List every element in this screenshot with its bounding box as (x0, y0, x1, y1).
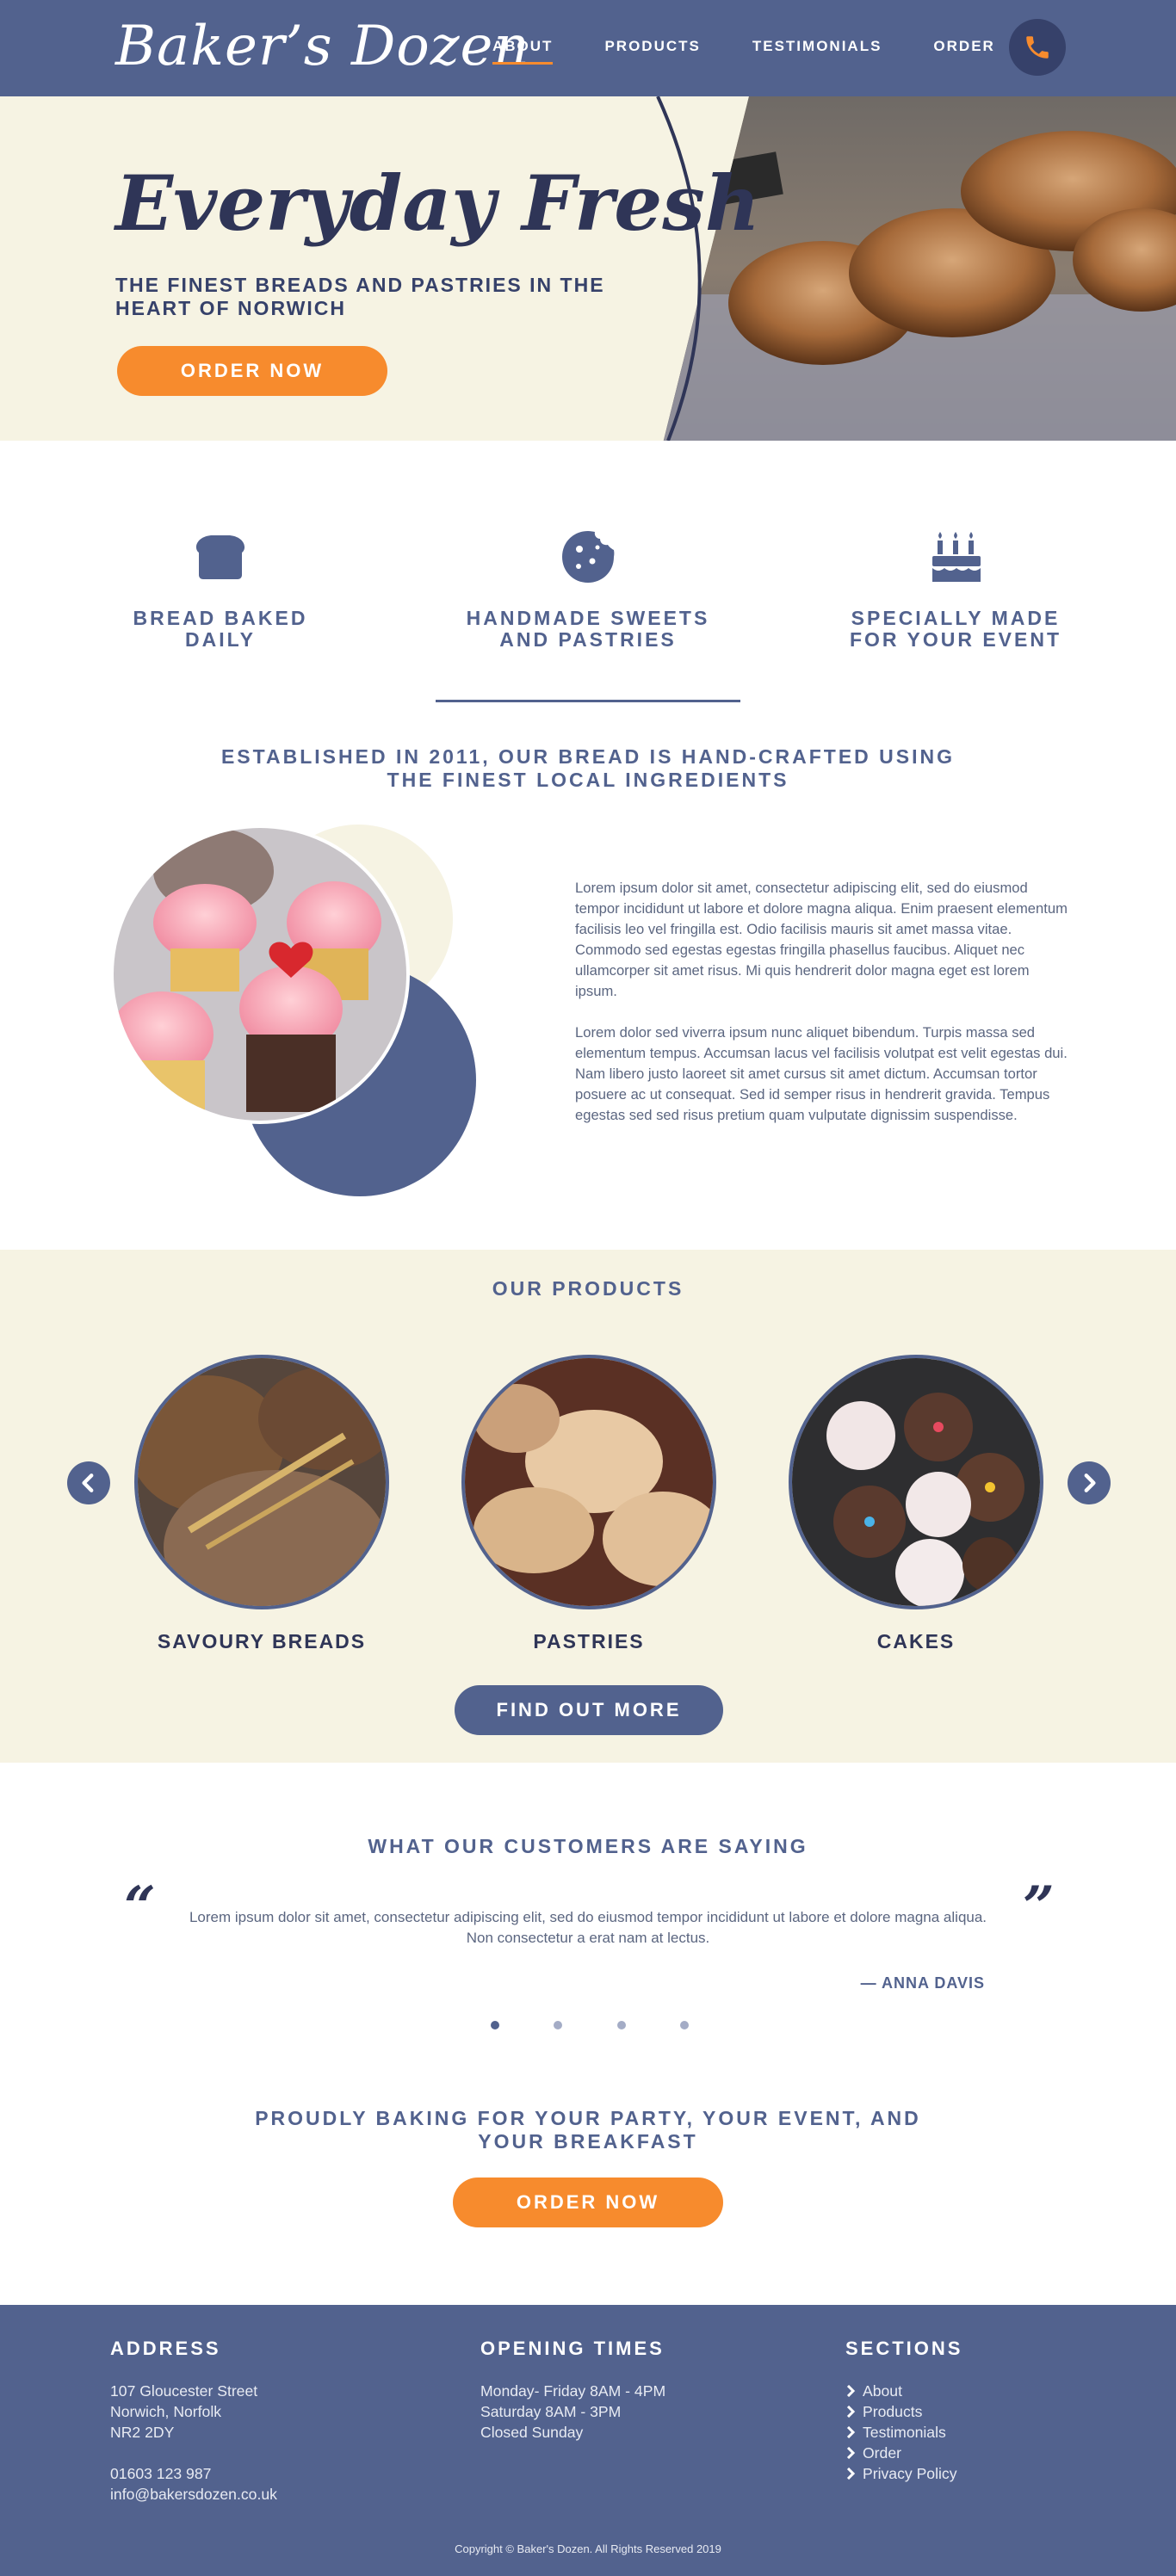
chevron-left-icon (82, 1473, 94, 1492)
nav-link-testimonials[interactable]: TESTIMONIALS (752, 34, 882, 65)
feature-label: SPECIALLY MADE FOR YOUR EVENT (849, 607, 1062, 651)
footer-phone[interactable]: 01603 123 987 (110, 2463, 277, 2484)
product-card-cakes[interactable]: CAKES (787, 1355, 1045, 1653)
feature-event: SPECIALLY MADE FOR YOUR EVENT (809, 527, 1102, 651)
find-out-more-button[interactable]: FIND OUT MORE (455, 1685, 723, 1735)
phone-button[interactable] (1009, 19, 1066, 76)
about-paragraph: Lorem dolor sed viverra ipsum nunc aliqu… (575, 1024, 1068, 1123)
close-quote-icon: ” (1023, 1875, 1055, 1939)
footer: ADDRESS 107 Gloucester Street Norwich, N… (0, 2305, 1176, 2576)
hours-line: Closed Sunday (480, 2424, 584, 2441)
address-line: NR2 2DY (110, 2424, 175, 2441)
feature-label: HANDMADE SWEETS AND PASTRIES (466, 607, 710, 651)
pagination-dot[interactable] (679, 2021, 689, 2029)
footer-link-order[interactable]: Order (845, 2443, 962, 2463)
footer-address: ADDRESS 107 Gloucester Street Norwich, N… (110, 2338, 277, 2505)
footer-link-privacy-policy[interactable]: Privacy Policy (845, 2463, 962, 2484)
pastries-photo (461, 1355, 716, 1609)
product-card-savoury-breads[interactable]: SAVOURY BREADS (133, 1355, 391, 1653)
hero-section: Everyday Fresh THE FINEST BREADS AND PAS… (0, 96, 1176, 441)
product-label: PASTRIES (533, 1630, 645, 1652)
hero-subtitle: THE FINEST BREADS AND PASTRIES IN THE HE… (115, 274, 605, 319)
testimonial-pagination (491, 2021, 689, 2029)
chevron-right-icon (1084, 1473, 1096, 1492)
feature-label: BREAD BAKED DAILY (133, 607, 308, 651)
feature-sweets: HANDMADE SWEETS AND PASTRIES (442, 527, 734, 651)
product-card-pastries[interactable]: PASTRIES (460, 1355, 718, 1653)
footer-opening-times: OPENING TIMES Monday- Friday 8AM - 4PM S… (480, 2338, 665, 2443)
footer-link-products[interactable]: Products (845, 2401, 962, 2422)
nav-links: ABOUT PRODUCTS TESTIMONIALS ORDER (492, 34, 1047, 65)
footer-heading: ADDRESS (110, 2338, 221, 2359)
testimonials-title: WHAT OUR CUSTOMERS ARE SAYING (368, 1835, 808, 1857)
cta-order-now-button[interactable]: ORDER NOW (453, 2178, 723, 2227)
testimonial-author: — ANNA DAVIS (860, 1974, 985, 1992)
bread-icon (195, 535, 245, 579)
footer-heading: SECTIONS (845, 2338, 963, 2359)
cookie-icon (562, 531, 615, 583)
copyright-text: Copyright © Baker's Dozen. All Rights Re… (455, 2542, 721, 2555)
footer-link-label: Products (863, 2403, 923, 2420)
nav-link-about[interactable]: ABOUT (492, 34, 554, 65)
hero-title: Everyday Fresh (115, 158, 760, 248)
carousel-next-button[interactable] (1068, 1461, 1111, 1504)
cake-icon (932, 532, 981, 582)
about-body-text: Lorem ipsum dolor sit amet, consectetur … (575, 878, 1068, 1146)
footer-email[interactable]: info@bakersdozen.co.uk (110, 2484, 277, 2505)
products-title: OUR PRODUCTS (492, 1277, 684, 1300)
about-section: BREAD BAKED DAILY HANDMADE SWEETS AND PA… (0, 441, 1176, 1250)
nav-link-order[interactable]: ORDER (933, 34, 994, 65)
cta-heading: PROUDLY BAKING FOR YOUR PARTY, YOUR EVEN… (255, 2107, 921, 2153)
testimonial-text: Lorem ipsum dolor sit amet, consectetur … (189, 1909, 987, 1946)
phone-icon (1026, 36, 1049, 59)
footer-link-label: Testimonials (863, 2424, 946, 2441)
about-paragraph: Lorem ipsum dolor sit amet, consectetur … (575, 880, 1068, 999)
pagination-dot[interactable] (491, 2021, 499, 2029)
footer-link-label: Order (863, 2444, 901, 2462)
product-label: CAKES (876, 1630, 956, 1652)
open-quote-icon: “ (124, 1875, 156, 1939)
feature-bread: BREAD BAKED DAILY (74, 527, 367, 651)
chevron-right-icon (846, 2406, 856, 2418)
hours-line: Saturday 8AM - 3PM (480, 2403, 622, 2420)
footer-link-about[interactable]: About (845, 2381, 962, 2401)
carousel-prev-button[interactable] (67, 1461, 110, 1504)
pagination-dot[interactable] (616, 2021, 626, 2029)
hours-line: Monday- Friday 8AM - 4PM (480, 2382, 666, 2400)
established-heading: ESTABLISHED IN 2011, OUR BREAD IS HAND-C… (220, 745, 956, 791)
site-logo[interactable]: Baker’s Dozen (115, 15, 530, 77)
nav-link-products[interactable]: PRODUCTS (604, 34, 700, 65)
hero-order-now-button[interactable]: ORDER NOW (117, 346, 387, 396)
chevron-right-icon (846, 2468, 856, 2480)
pagination-dot[interactable] (554, 2021, 563, 2029)
hero-bread-photo (663, 96, 1176, 441)
footer-heading: OPENING TIMES (480, 2338, 665, 2359)
footer-link-label: Privacy Policy (863, 2465, 957, 2482)
savoury-breads-photo (134, 1355, 389, 1609)
address-line: Norwich, Norfolk (110, 2403, 222, 2420)
footer-sections: SECTIONS About Products Testimonials Ord… (845, 2338, 962, 2484)
top-nav: Baker’s Dozen ABOUT PRODUCTS TESTIMONIAL… (0, 0, 1176, 96)
cupcake-photo-circles (110, 825, 476, 1196)
footer-link-label: About (863, 2382, 902, 2400)
chevron-right-icon (846, 2385, 856, 2397)
address-line: 107 Gloucester Street (110, 2382, 258, 2400)
testimonials-section: WHAT OUR CUSTOMERS ARE SAYING “ ” Lorem … (0, 1763, 1176, 2305)
chevron-right-icon (846, 2447, 856, 2459)
product-label: SAVOURY BREADS (157, 1630, 367, 1652)
products-section: OUR PRODUCTS SAVOURY BREADS PASTRIES CAK… (0, 1250, 1176, 1763)
footer-link-testimonials[interactable]: Testimonials (845, 2422, 962, 2443)
cakes-photo (789, 1355, 1043, 1609)
chevron-right-icon (846, 2426, 856, 2438)
section-divider (436, 700, 740, 702)
